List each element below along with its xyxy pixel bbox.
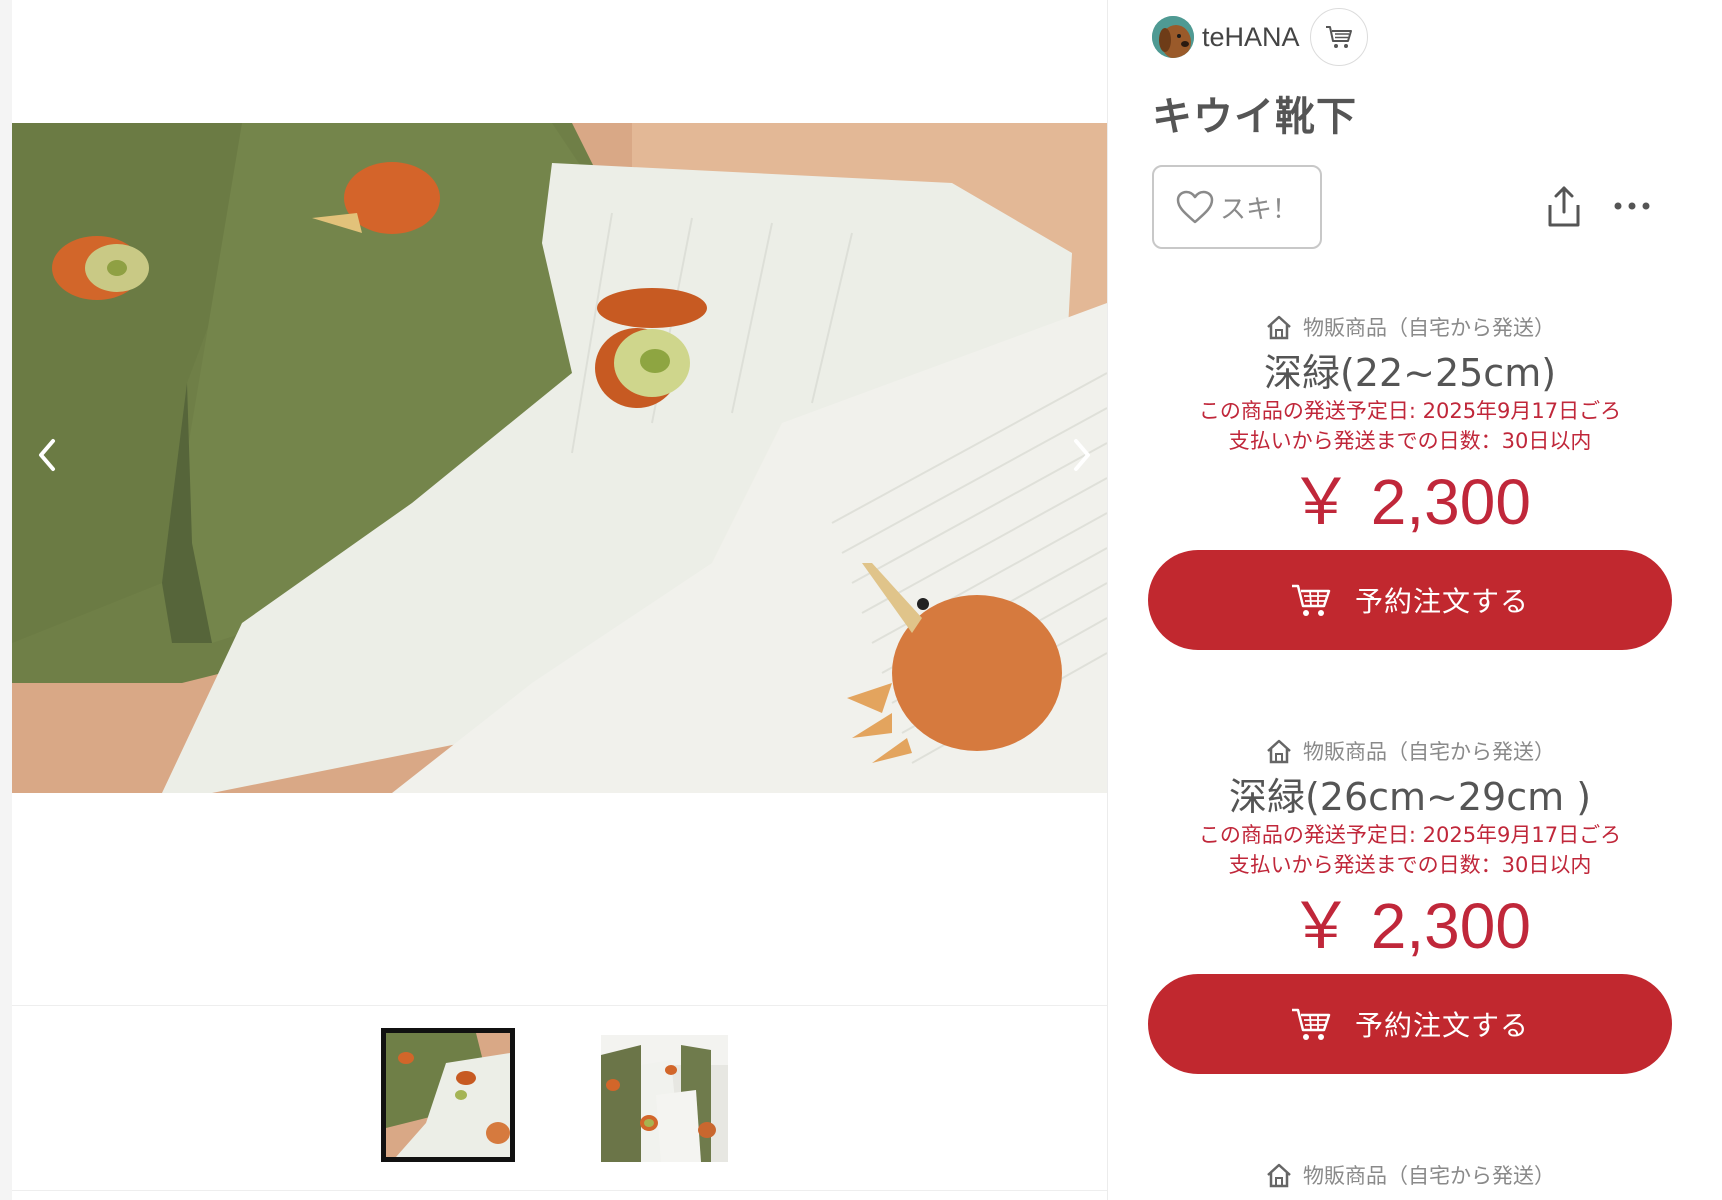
gallery-bottom-border (12, 1190, 1107, 1191)
ship-type-label: 物販商品（自宅から発送） (1303, 740, 1555, 764)
listing-1: 物販商品（自宅から発送） 深緑(22~25cm) この商品の発送予定日: 202… (1148, 312, 1672, 650)
ship-type: 物販商品（自宅から発送） (1148, 736, 1672, 766)
like-label: スキ！ (1219, 194, 1298, 225)
chevron-left-icon (39, 439, 55, 471)
price: ￥ 2,300 (1289, 890, 1531, 962)
home-icon (1267, 739, 1291, 764)
ship-type: 物販商品（自宅から発送） (1148, 312, 1672, 342)
ship-days: 支払いから発送までの日数：30日以内 (1228, 853, 1592, 877)
listing-3: 物販商品（自宅から発送） (1148, 1160, 1672, 1190)
ship-days: 支払いから発送までの日数：30日以内 (1228, 429, 1592, 453)
image-gallery (12, 0, 1107, 1200)
share-icon (1548, 186, 1580, 227)
preorder-label: 予約注文する (1354, 585, 1529, 618)
preorder-label: 予約注文する (1354, 1009, 1529, 1042)
variant-name: 深緑(22~25cm) (1263, 351, 1557, 395)
ship-date: この商品の発送予定日: 2025年9月17日ごろ (1198, 399, 1622, 423)
preorder-button[interactable]: 予約注文する (1148, 550, 1672, 650)
chevron-right-icon (1074, 439, 1090, 471)
product-title: キウイ靴下 (1152, 94, 1357, 140)
more-options-button[interactable] (1612, 194, 1652, 218)
home-icon (1267, 1163, 1291, 1188)
heart-icon (1176, 190, 1214, 224)
more-dots-icon (1614, 202, 1650, 210)
main-product-image[interactable] (12, 123, 1107, 793)
price: ￥ 2,300 (1289, 466, 1531, 538)
thumbnail-1[interactable] (381, 1028, 515, 1162)
cart-icon (1325, 26, 1352, 48)
page-edge (0, 0, 12, 1200)
ship-date: この商品の発送予定日: 2025年9月17日ごろ (1198, 823, 1622, 847)
product-panel: teHANA キウイ靴下 スキ！ 物販商品（自宅から発送） 深緑(22~25cm… (1108, 0, 1722, 1200)
home-icon (1267, 315, 1291, 340)
like-button[interactable]: スキ！ (1152, 165, 1322, 249)
shop-button[interactable] (1309, 8, 1368, 66)
ship-type-label: 物販商品（自宅から発送） (1303, 1164, 1555, 1188)
listing-2: 物販商品（自宅から発送） 深緑(26cm~29cm ) この商品の発送予定日: … (1148, 736, 1672, 1074)
gallery-divider (12, 1005, 1107, 1006)
creator-avatar[interactable] (1152, 16, 1194, 58)
thumbnail-1-image (386, 1033, 510, 1157)
ship-type-label: 物販商品（自宅から発送） (1303, 316, 1555, 340)
creator-info: teHANA (1152, 8, 1368, 66)
thumbnail-2[interactable] (601, 1035, 728, 1162)
share-button[interactable] (1544, 185, 1584, 229)
dog-avatar-icon (1152, 16, 1194, 58)
cart-icon (1291, 1008, 1331, 1040)
ship-type: 物販商品（自宅から発送） (1148, 1160, 1672, 1190)
thumbnail-strip (12, 1025, 1107, 1175)
preorder-button[interactable]: 予約注文する (1148, 974, 1672, 1074)
prev-image-button[interactable] (27, 430, 67, 480)
thumbnail-2-image (601, 1035, 728, 1162)
sock-photo (12, 123, 1107, 793)
next-image-button[interactable] (1062, 430, 1102, 480)
variant-name: 深緑(26cm~29cm ) (1228, 775, 1592, 819)
creator-name[interactable]: teHANA (1202, 22, 1300, 53)
cart-icon (1291, 584, 1331, 616)
